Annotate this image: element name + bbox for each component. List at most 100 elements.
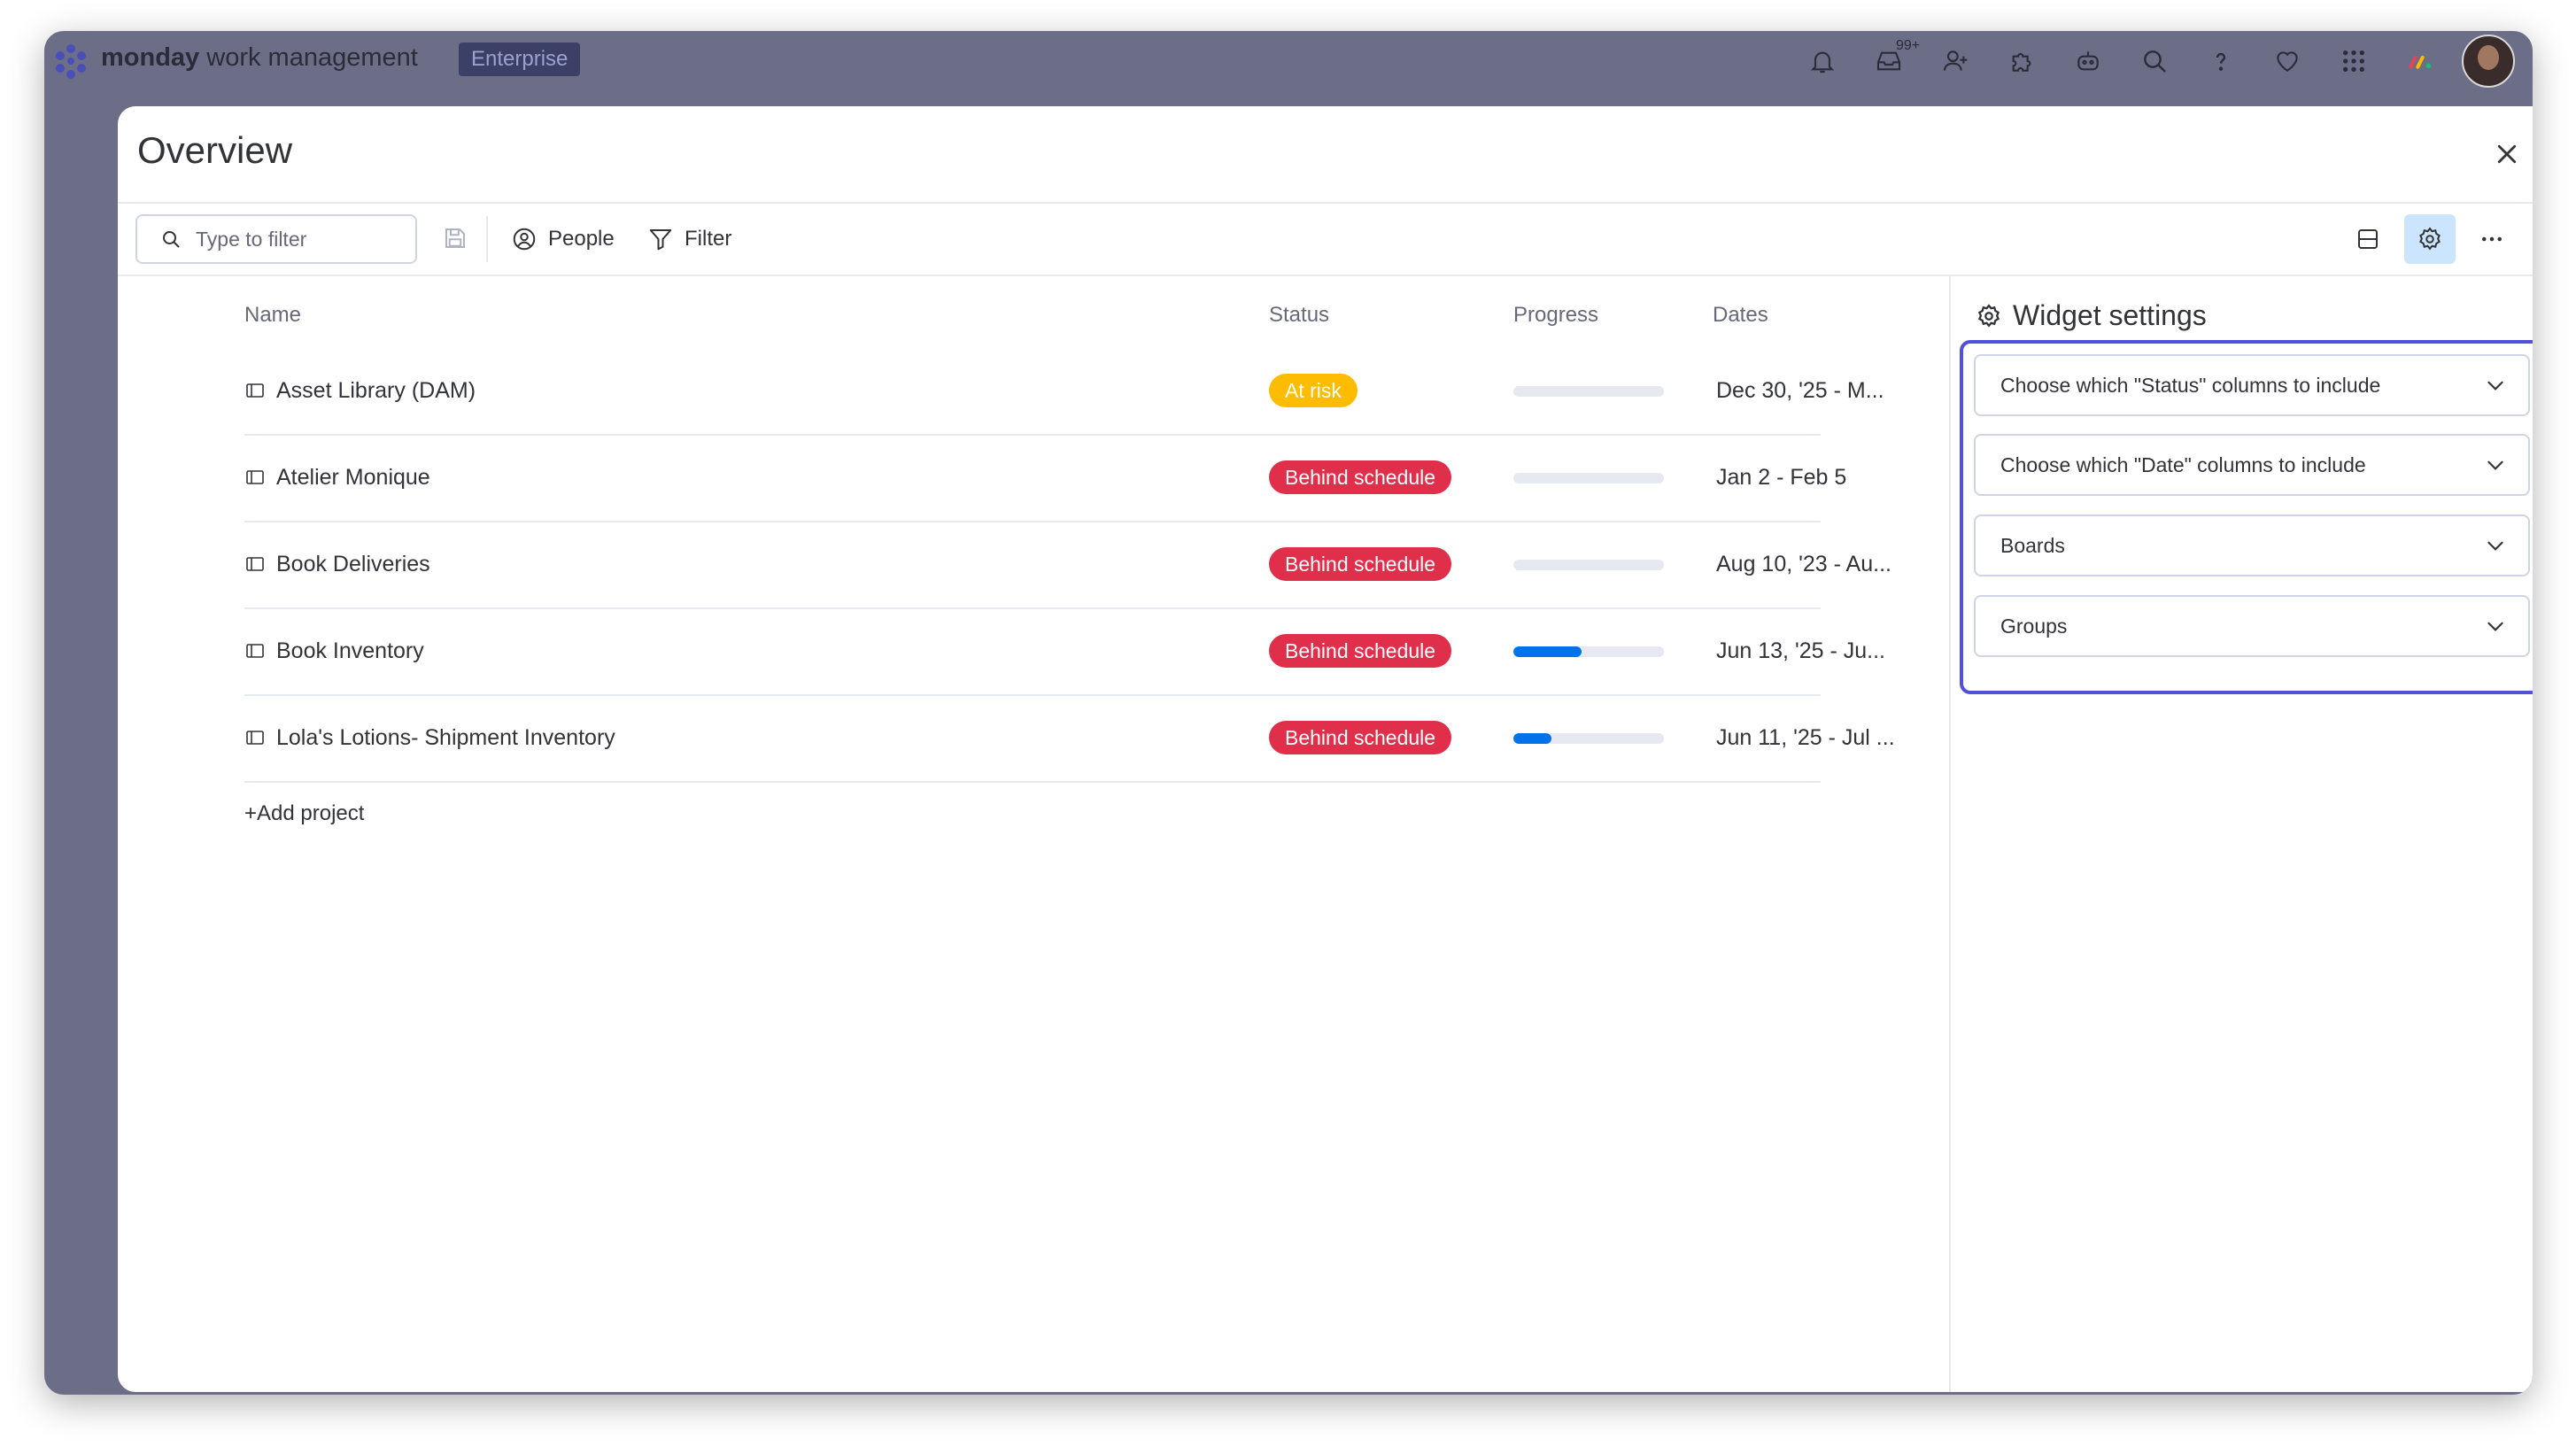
project-name[interactable]: Asset Library (DAM) — [244, 347, 476, 434]
app-window: monday work management Enterprise 99+ Ov… — [44, 31, 2533, 1395]
project-name[interactable]: Book Inventory — [244, 607, 424, 694]
favorites-button[interactable] — [2254, 36, 2320, 86]
accordion-label: Boards — [2000, 533, 2065, 557]
progress-fill — [1513, 733, 1551, 744]
add-project-button[interactable]: +Add project — [244, 801, 364, 826]
table-row[interactable]: Asset Library (DAM) At risk Dec 30, '25 … — [244, 347, 1884, 436]
help-icon — [2216, 52, 2225, 71]
plan-badge: Enterprise — [459, 43, 581, 76]
close-icon — [2497, 144, 2517, 164]
status-badge[interactable]: Behind schedule — [1269, 634, 1452, 668]
status-badge[interactable]: At risk — [1269, 374, 1358, 407]
project-dates: Jun 13, '25 - Ju... — [1716, 638, 1885, 663]
user-avatar[interactable] — [2462, 35, 2515, 88]
grid-icon — [2342, 50, 2364, 72]
accordion-label: Choose which "Date" columns to include — [2000, 452, 2366, 476]
board-icon — [246, 383, 264, 398]
layout-button[interactable] — [2342, 214, 2394, 264]
project-dates: Aug 10, '23 - Au... — [1716, 551, 1891, 576]
widget-settings-box: Choose which "Status" columns to include… — [1960, 340, 2533, 694]
panel-divider — [1949, 276, 1951, 1392]
column-header-status: Status — [1269, 303, 1330, 327]
status-badge[interactable]: Behind schedule — [1269, 547, 1452, 581]
bell-icon — [1810, 51, 1834, 73]
column-header-dates: Dates — [1713, 303, 1768, 327]
accordion-label: Choose which "Status" columns to include — [2000, 373, 2381, 397]
project-name-label: Book Inventory — [276, 638, 424, 663]
groups-accordion[interactable]: Groups — [1974, 595, 2530, 657]
progress-bar — [1513, 473, 1664, 483]
robot-icon — [2077, 51, 2099, 71]
people-filter-button[interactable]: People — [511, 216, 615, 262]
overview-modal: Overview People Filter — [118, 106, 2533, 1392]
inbox-button[interactable]: 99+ — [1855, 36, 1922, 86]
project-dates: Jun 11, '25 - Jul ... — [1716, 724, 1895, 750]
filter-label: Filter — [685, 227, 732, 251]
help-button[interactable] — [2187, 36, 2254, 86]
settings-button[interactable] — [2404, 214, 2456, 264]
status-columns-accordion[interactable]: Choose which "Status" columns to include — [1974, 354, 2530, 416]
layout-icon — [2358, 229, 2378, 249]
project-name-label: Atelier Monique — [276, 464, 430, 490]
accordion-label: Groups — [2000, 614, 2068, 638]
filter-search-box[interactable] — [135, 214, 417, 264]
board-icon — [246, 644, 264, 658]
project-name[interactable]: Book Deliveries — [244, 521, 430, 607]
progress-bar — [1513, 733, 1664, 744]
chevron-down-icon — [2487, 460, 2503, 470]
monday-logo-icon — [56, 44, 86, 79]
status-badge[interactable]: Behind schedule — [1269, 721, 1452, 754]
project-dates: Jan 2 - Feb 5 — [1716, 464, 1847, 490]
project-name-label: Asset Library (DAM) — [276, 377, 476, 403]
search-icon — [2143, 50, 2166, 73]
people-filter-label: People — [548, 227, 615, 251]
save-view-icon[interactable] — [442, 225, 468, 251]
project-name[interactable]: Lola's Lotions- Shipment Inventory — [244, 694, 615, 781]
column-header-progress: Progress — [1513, 303, 1599, 327]
divider — [118, 275, 2533, 276]
right-toolbar — [2342, 214, 2518, 264]
close-button[interactable] — [2489, 136, 2525, 172]
widget-settings-title-label: Widget settings — [2013, 299, 2207, 331]
invite-members-button[interactable] — [1922, 36, 1988, 86]
progress-fill — [1513, 646, 1582, 657]
gear-icon — [2419, 227, 2441, 251]
project-name[interactable]: Atelier Monique — [244, 434, 430, 521]
board-icon — [246, 731, 264, 745]
funnel-icon — [649, 229, 672, 251]
board-icon — [246, 470, 264, 484]
filter-button[interactable]: Filter — [647, 216, 731, 262]
progress-bar — [1513, 560, 1664, 570]
brand-name: monday work management — [101, 43, 418, 72]
progress-bar — [1513, 646, 1664, 657]
modal-title: Overview — [137, 129, 293, 171]
notifications-button[interactable] — [1789, 36, 1855, 86]
filter-search-input[interactable] — [194, 226, 392, 252]
gear-icon — [1977, 303, 2000, 328]
person-circle-icon — [513, 228, 536, 251]
boards-accordion[interactable]: Boards — [1974, 514, 2530, 576]
column-header-name: Name — [244, 303, 302, 327]
chevron-down-icon — [2487, 622, 2503, 631]
table-row[interactable]: Book Inventory Behind schedule Jun 13, '… — [244, 607, 1885, 696]
ai-assistant-button[interactable] — [2054, 36, 2121, 86]
add-user-icon — [1943, 50, 1967, 71]
date-columns-accordion[interactable]: Choose which "Date" columns to include — [1974, 434, 2530, 496]
monday-brand-button[interactable] — [2386, 36, 2453, 86]
progress-bar — [1513, 386, 1664, 397]
table-row[interactable]: Book Deliveries Behind schedule Aug 10, … — [244, 521, 1891, 609]
product-switcher-button[interactable] — [2320, 36, 2386, 86]
chevron-down-icon — [2487, 541, 2503, 551]
heart-icon — [2276, 51, 2298, 72]
status-badge[interactable]: Behind schedule — [1269, 460, 1452, 494]
apps-button[interactable] — [1988, 36, 2054, 86]
table-row[interactable]: Atelier Monique Behind schedule Jan 2 - … — [244, 434, 1846, 522]
search-button[interactable] — [2121, 36, 2187, 86]
project-name-label: Book Deliveries — [276, 551, 430, 576]
more-options-button[interactable] — [2466, 214, 2518, 264]
divider — [118, 202, 2533, 204]
table-row[interactable]: Lola's Lotions- Shipment Inventory Behin… — [244, 694, 1895, 783]
widget-settings-title: Widget settings — [1976, 299, 2207, 332]
board-icon — [246, 557, 264, 571]
toolbar-divider — [486, 216, 488, 262]
